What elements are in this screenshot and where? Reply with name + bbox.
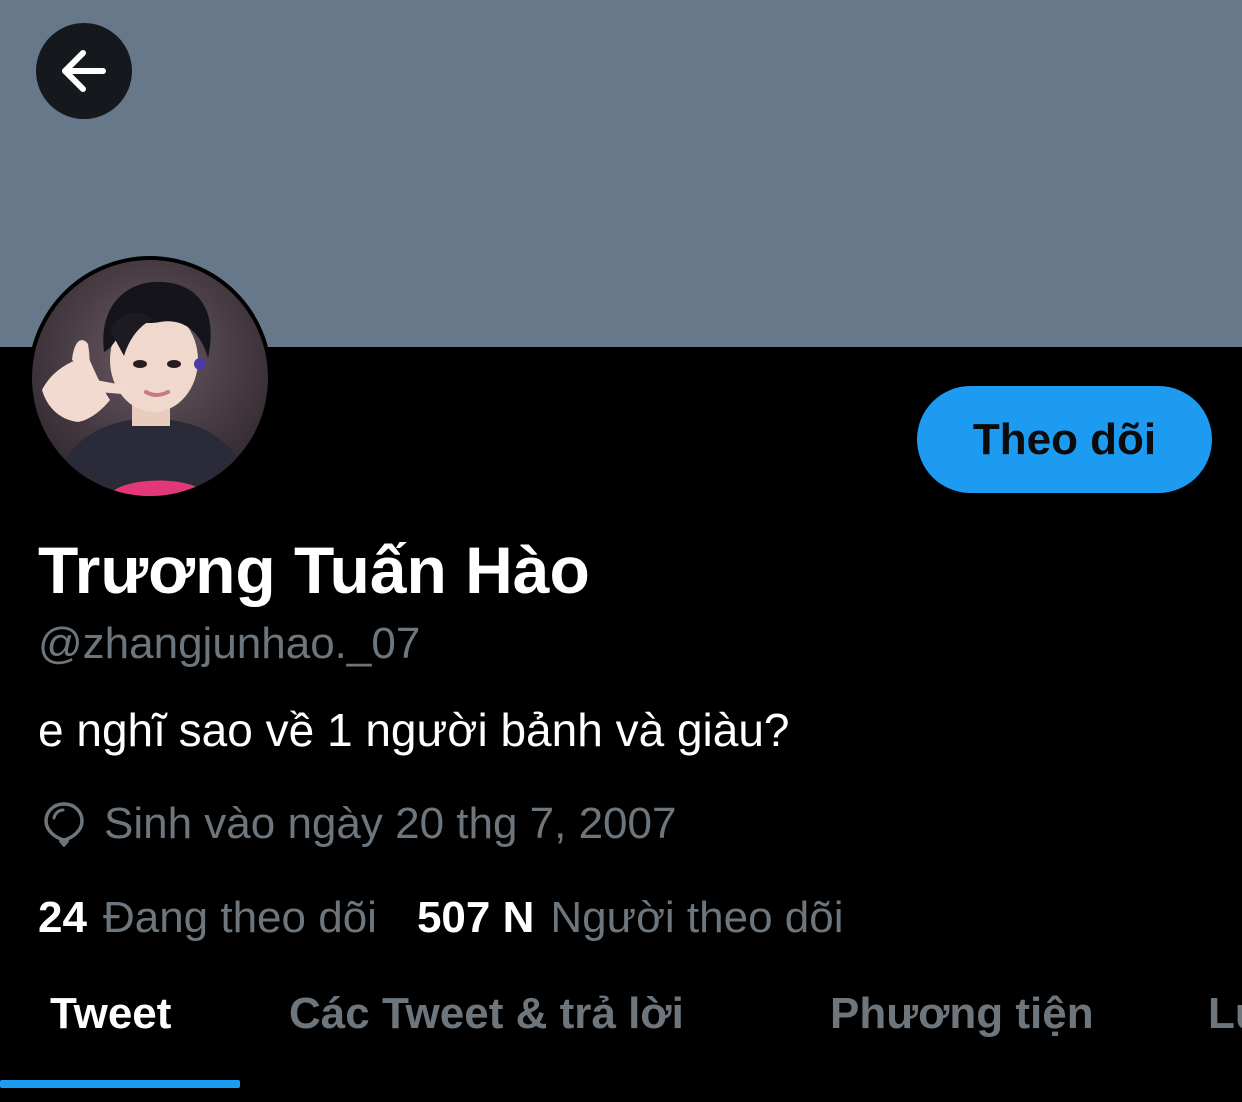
active-tab-indicator [0, 1080, 240, 1088]
profile-handle: @zhangjunhao._07 [38, 619, 421, 668]
birth-date-row: Sinh vào ngày 20 thg 7, 2007 [38, 796, 676, 852]
back-button[interactable] [36, 23, 132, 119]
follow-stats: 24 Đang theo dõi 507 N Người theo dõi [38, 888, 844, 948]
profile-page: Theo dõi Trương Tuấn Hào @zhangjunhao._0… [0, 0, 1242, 1102]
followers-count: 507 N [416, 893, 535, 942]
followers-label: Người theo dõi [550, 893, 844, 942]
follow-button[interactable]: Theo dõi [917, 386, 1212, 493]
profile-bio: e nghĩ sao về 1 người bảnh và giàu? [38, 704, 790, 756]
balloon-icon [44, 802, 84, 847]
followers-link[interactable]: 507 N Người theo dõi [417, 888, 844, 948]
following-link[interactable]: 24 Đang theo dõi [38, 888, 377, 948]
avatar[interactable] [28, 256, 272, 500]
birth-date-text: Sinh vào ngày 20 thg 7, 2007 [104, 799, 677, 848]
avatar-photo [32, 260, 268, 496]
following-label: Đang theo dõi [102, 893, 377, 942]
tab-tweets-and-replies[interactable]: Các Tweet & trả lời [289, 984, 684, 1044]
display-name: Trương Tuấn Hào [38, 533, 590, 607]
tab-likes[interactable]: Lư [1208, 984, 1242, 1044]
profile-tabs: Tweet Các Tweet & trả lời Phương tiện Lư [0, 960, 1242, 1102]
tab-tweets[interactable]: Tweet [50, 984, 171, 1044]
tab-media[interactable]: Phương tiện [830, 984, 1094, 1044]
avatar-image [32, 260, 268, 496]
following-count: 24 [38, 893, 87, 942]
arrow-left-icon [62, 50, 106, 92]
